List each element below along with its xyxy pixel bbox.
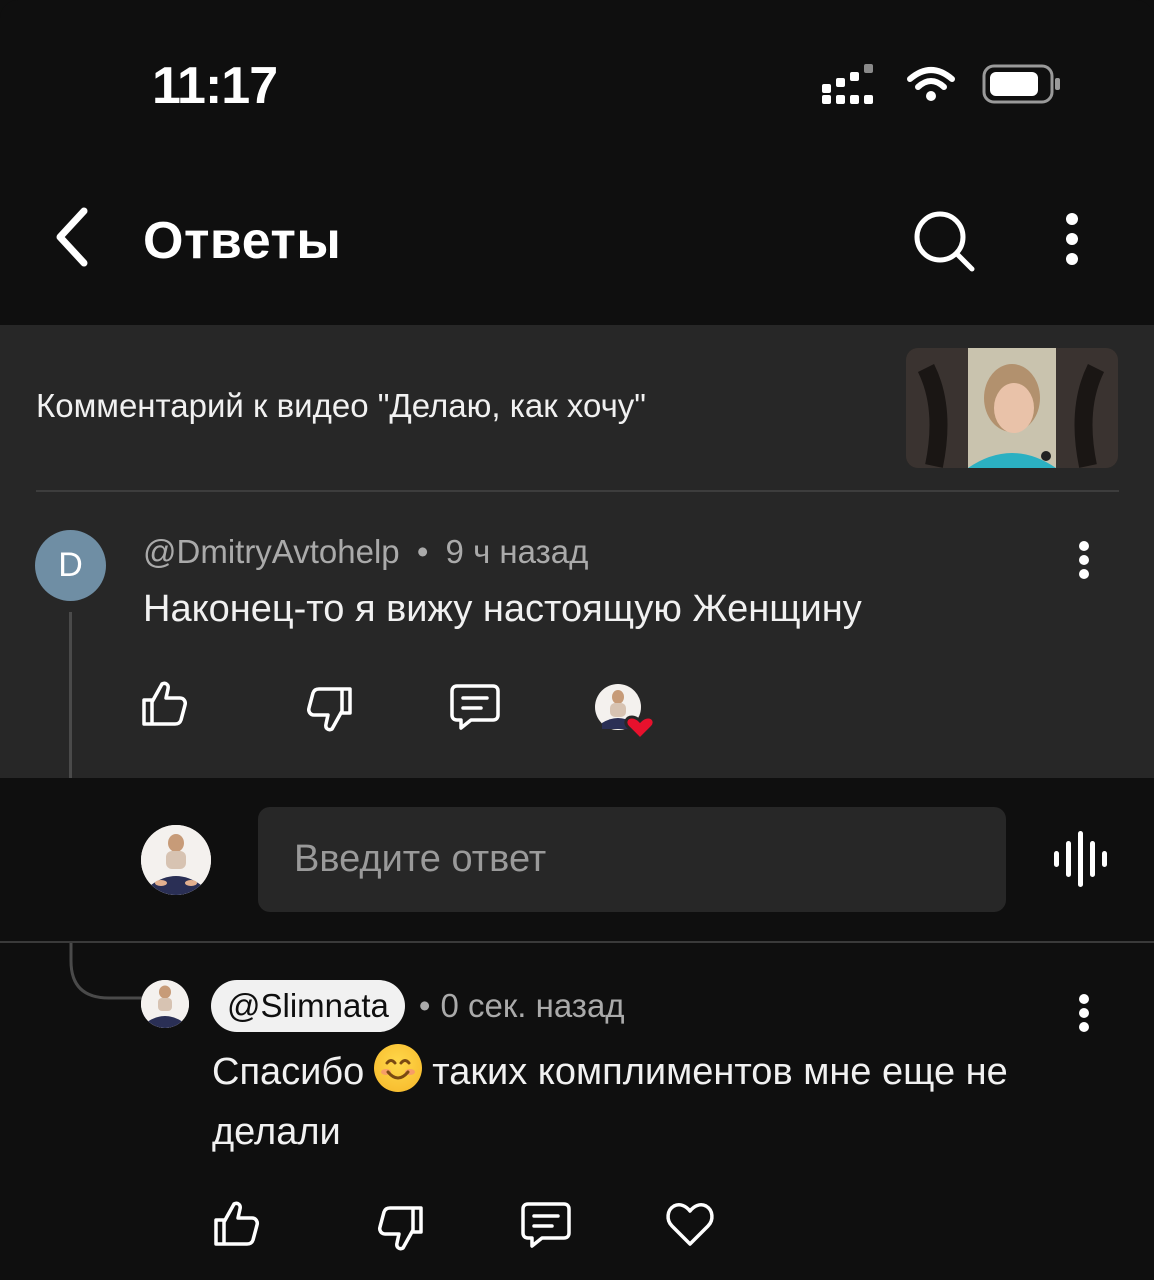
- reply-input[interactable]: [258, 807, 1006, 912]
- comment-text: Наконец-то я вижу настоящую Женщину: [143, 588, 862, 630]
- avatar-letter: D: [58, 546, 83, 584]
- reply-like-button[interactable]: [210, 1200, 262, 1252]
- meta-separator: •: [416, 533, 429, 570]
- comment-time: 9 ч назад: [445, 533, 589, 570]
- replies-screen: 11:17 Ответы Комментарий к видео "Делаю,…: [0, 0, 1154, 1280]
- reply-icon: [520, 1198, 572, 1255]
- app-header: Ответы: [0, 165, 1154, 315]
- dislike-icon: [375, 1202, 427, 1259]
- reply-text: Спасибо таких комплиментов мне еще не де…: [212, 1042, 1092, 1162]
- back-button[interactable]: [42, 203, 102, 275]
- header-more-button[interactable]: [1044, 205, 1100, 277]
- thread-line: [69, 612, 72, 778]
- status-time: 11:17: [152, 57, 278, 115]
- creator-heart-badge[interactable]: [594, 683, 660, 741]
- smiling-face-emoji: [374, 1044, 423, 1092]
- comment-more-button[interactable]: [1062, 540, 1106, 584]
- search-icon: [908, 211, 980, 281]
- dislike-icon: [304, 683, 356, 740]
- avatar[interactable]: [141, 825, 211, 895]
- thread-connector: [69, 943, 147, 1000]
- search-button[interactable]: [908, 205, 980, 277]
- panel-divider: [36, 490, 1119, 492]
- reply-input-bar: [0, 778, 1154, 942]
- avatar[interactable]: D: [35, 530, 106, 601]
- original-comment-panel: Комментарий к видео "Делаю, как хочу" D …: [0, 325, 1154, 778]
- reply-text-start: Спасибо: [212, 1051, 365, 1093]
- reply-meta: @Slimnata • 0 сек. назад: [211, 980, 625, 1032]
- page-title: Ответы: [143, 212, 342, 270]
- like-icon: [138, 678, 190, 735]
- more-vertical-icon: [1078, 540, 1090, 585]
- avatar[interactable]: [141, 980, 189, 1028]
- reply-dislike-button[interactable]: [375, 1204, 427, 1256]
- reply-author-badge[interactable]: @Slimnata: [211, 980, 405, 1032]
- video-thumbnail[interactable]: [906, 348, 1118, 468]
- voice-input-button[interactable]: [1050, 830, 1108, 892]
- battery-icon: [982, 64, 1062, 109]
- status-bar: 11:17: [0, 0, 1154, 150]
- dislike-button[interactable]: [304, 685, 356, 737]
- video-context-label[interactable]: Комментарий к видео "Делаю, как хочу": [36, 387, 646, 425]
- reply-more-button[interactable]: [1062, 993, 1106, 1037]
- like-icon: [210, 1198, 262, 1255]
- wifi-icon: [906, 65, 956, 108]
- reply-icon: [449, 680, 501, 737]
- like-button[interactable]: [138, 680, 190, 732]
- meta-separator: •: [418, 987, 431, 1024]
- more-vertical-icon: [1064, 211, 1080, 272]
- heart-button[interactable]: [664, 1200, 716, 1252]
- heart-icon: [664, 1198, 716, 1255]
- input-divider: [0, 941, 1154, 943]
- reply-time: 0 сек. назад: [440, 987, 625, 1024]
- reply-reply-button[interactable]: [520, 1200, 572, 1252]
- reply-button[interactable]: [449, 682, 501, 734]
- comment-author[interactable]: @DmitryAvtohelp: [143, 533, 400, 570]
- cellular-signal-icon: [822, 63, 880, 109]
- comment-meta: @DmitryAvtohelp • 9 ч назад: [143, 533, 588, 571]
- status-icons: [822, 63, 1062, 109]
- voice-search-icon: [1050, 830, 1108, 892]
- chevron-left-icon: [52, 207, 92, 272]
- more-vertical-icon: [1078, 993, 1090, 1038]
